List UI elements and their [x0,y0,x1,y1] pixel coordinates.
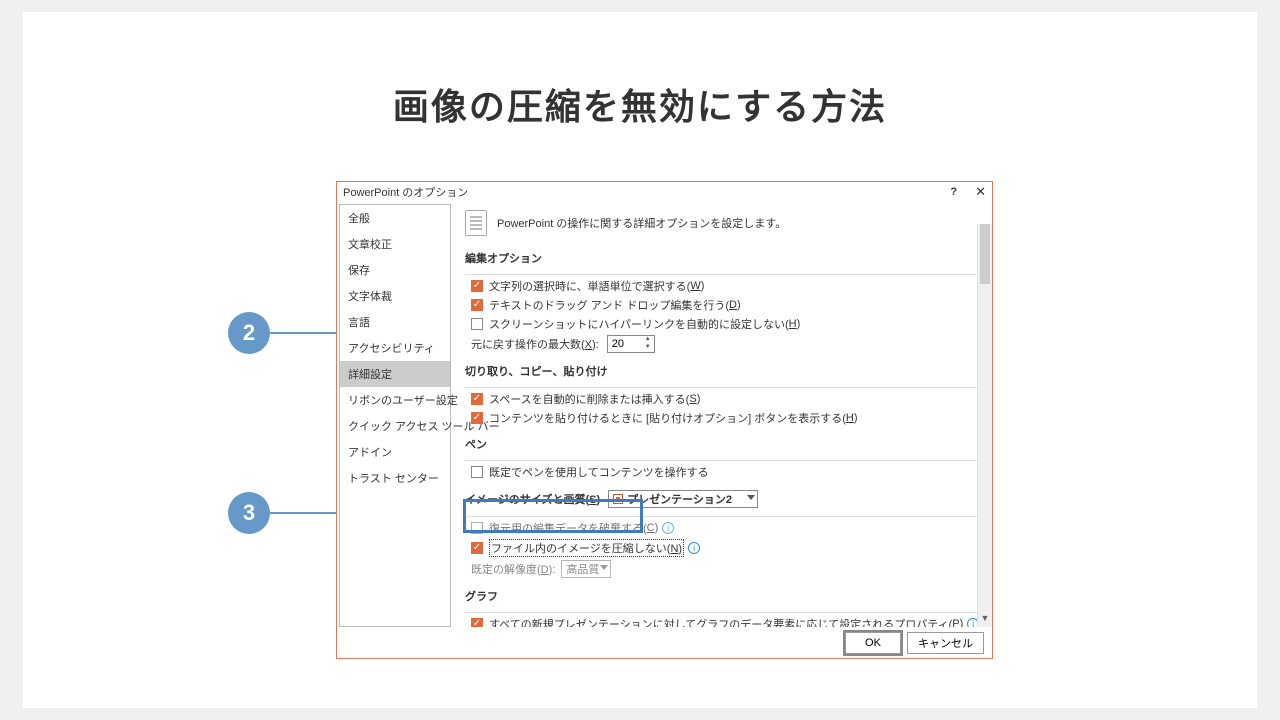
section-pen-title: ペン [465,436,986,452]
sidebar-item-trust[interactable]: トラスト センター [340,465,450,491]
dialog-body: 全般 文章校正 保存 文字体裁 言語 アクセシビリティ 詳細設定 リボンのユーザ… [337,202,992,627]
divider [465,612,986,613]
checkbox-icon [471,466,483,478]
checkbox-screenshot-link[interactable]: スクリーンショットにハイパーリンクを自動的に設定しない(H) [471,316,986,332]
spinner[interactable]: ▲▼ [642,336,654,352]
checkbox-icon [471,618,483,627]
options-sidebar: 全般 文章校正 保存 文字体裁 言語 アクセシビリティ 詳細設定 リボンのユーザ… [339,204,451,627]
sidebar-item-addins[interactable]: アドイン [340,439,450,465]
checkbox-chart-all[interactable]: すべての新規プレゼンテーションに対してグラフのデータ要素に応じて設定されるプロパ… [471,616,986,627]
checkbox-icon [471,412,483,424]
presentation-icon [613,494,623,504]
divider [465,516,986,517]
ok-button[interactable]: OK [845,632,901,654]
undo-count-row: 元に戻す操作の最大数(X): ▲▼ [471,335,986,353]
cancel-button[interactable]: キャンセル [907,632,984,654]
dialog-title: PowerPoint のオプション [343,184,468,200]
dialog-titlebar: PowerPoint のオプション ? ✕ [337,182,992,202]
resolution-dropdown[interactable]: 高品質 [561,560,611,578]
info-icon[interactable]: i [688,542,700,554]
sidebar-item-general[interactable]: 全般 [340,205,450,231]
checkbox-drag-drop[interactable]: テキストのドラッグ アンド ドロップ編集を行う(D) [471,297,986,313]
sidebar-item-qat[interactable]: クイック アクセス ツール バー [340,413,450,439]
options-content: ▲ ▼ PowerPoint の操作に関する詳細オプションを設定します。 編集オ… [451,202,992,627]
divider [465,274,986,275]
chevron-down-icon [747,495,755,500]
document-icon [465,210,487,236]
checkbox-no-compress[interactable]: ファイル内のイメージを圧縮しない(N) i [471,539,986,557]
checkbox-icon [471,318,483,330]
image-target-dropdown[interactable]: プレゼンテーション2 [608,490,758,508]
divider [465,460,986,461]
info-icon[interactable]: i [662,522,674,534]
section-cutcopy-title: 切り取り、コピー、貼り付け [465,363,986,379]
checkbox-icon [471,299,483,311]
checkbox-icon [471,280,483,292]
section-image-title: イメージのサイズと画質(S) プレゼンテーション2 [465,490,986,508]
section-editing-title: 編集オプション [465,250,986,266]
default-resolution-row: 既定の解像度(D): 高品質 [471,560,986,578]
chevron-down-icon [600,565,608,570]
help-button[interactable]: ? [950,186,957,198]
checkbox-icon [471,393,483,405]
checkbox-auto-space[interactable]: スペースを自動的に削除または挿入する(S) [471,391,986,407]
checkbox-icon [471,542,483,554]
checkbox-icon [471,522,483,534]
slide-title: 画像の圧縮を無効にする方法 [23,78,1257,130]
options-dialog: PowerPoint のオプション ? ✕ 全般 文章校正 保存 文字体裁 言語… [336,181,993,659]
sidebar-item-proofing[interactable]: 文章校正 [340,231,450,257]
scroll-thumb[interactable] [980,224,990,284]
callout-step-2: 2 [228,312,337,354]
dialog-footer: OK キャンセル [337,627,992,659]
divider [465,387,986,388]
checkbox-paste-options[interactable]: コンテンツを貼り付けるときに [貼り付けオプション] ボタンを表示する(H) [471,410,986,426]
step3-badge: 3 [228,492,270,534]
checkbox-select-word[interactable]: 文字列の選択時に、単語単位で選択する(W) [471,278,986,294]
sidebar-item-typography[interactable]: 文字体裁 [340,283,450,309]
step2-badge: 2 [228,312,270,354]
scroll-down-icon[interactable]: ▼ [978,613,992,627]
sidebar-item-accessibility[interactable]: アクセシビリティ [340,335,450,361]
sidebar-item-language[interactable]: 言語 [340,309,450,335]
checkbox-discard-edit-data[interactable]: 復元用の編集データを破棄する(C) i [471,520,986,536]
checkbox-pen-default[interactable]: 既定でペンを使用してコンテンツを操作する [471,464,986,480]
content-header-text: PowerPoint の操作に関する詳細オプションを設定します。 [497,215,786,231]
section-chart-title: グラフ [465,588,986,604]
sidebar-item-advanced[interactable]: 詳細設定 [340,361,450,387]
slide: 画像の圧縮を無効にする方法 2 3 PowerPoint のオプション ? ✕ … [23,12,1257,708]
sidebar-item-save[interactable]: 保存 [340,257,450,283]
callout-line [270,332,337,334]
sidebar-item-ribbon[interactable]: リボンのユーザー設定 [340,387,450,413]
content-header: PowerPoint の操作に関する詳細オプションを設定します。 [465,210,986,236]
close-button[interactable]: ✕ [975,184,986,200]
